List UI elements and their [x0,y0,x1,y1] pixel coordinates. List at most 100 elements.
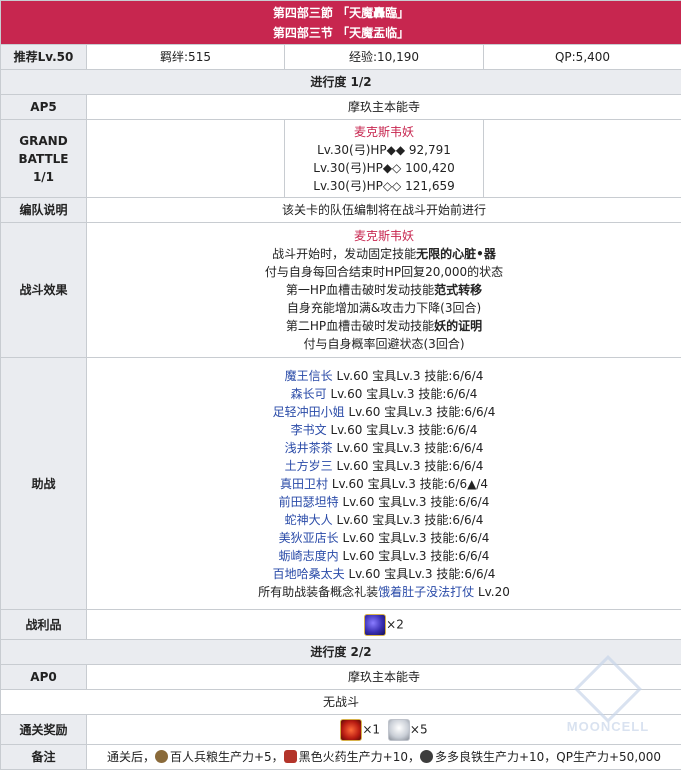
support-item: 蛎崎志度内 Lv.60 宝具Lv.3 技能:6/6/4 [87,547,681,565]
support-servant-link[interactable]: 土方岁三 [285,459,333,473]
support-servant-link[interactable]: 百地哈桑太夫 [273,567,345,581]
progress-2-header: 进行度 2/2 [0,639,681,665]
effect-line-6: 付与自身概率回避状态(3回合) [303,337,465,351]
no-battle-text: 无战斗 [0,689,681,715]
support-stats: Lv.60 宝具Lv.3 技能:6/6/4 [338,494,490,509]
support-stats: Lv.60 宝具Lv.3 技能:6/6/4 [344,566,496,581]
effects-enemy-name[interactable]: 麦克斯韦妖 [87,227,681,245]
enemy-slot-right [483,119,681,198]
support-servant-link[interactable]: 蛎崎志度内 [279,549,339,563]
support-stats: Lv.60 宝具Lv.3 技能:6/6/4 [326,422,478,437]
grand-battle-line3: 1/1 [32,169,55,184]
support-servant-link[interactable]: 足轻冲田小姐 [273,405,345,419]
iron-icon [419,750,433,763]
notes-item-1: 百人兵粮生产力+5， [169,750,284,764]
quest-title-cn: 第四部三节 「天魔盂临」 [272,25,410,40]
support-stats: Lv.60 宝具Lv.3 技能:6/6/4 [338,548,490,563]
support-item: 前田瑟坦特 Lv.60 宝具Lv.3 技能:6/6/4 [87,493,681,511]
quest-header: 第四部三節 「天魔轟臨」 第四部三节 「天魔盂临」 [0,0,681,45]
support-item: 百地哈桑太夫 Lv.60 宝具Lv.3 技能:6/6/4 [87,565,681,583]
support-stats: Lv.60 宝具Lv.3 技能:6/6/4 [338,530,490,545]
reward-2-count: ×5 [409,722,428,736]
effect-line-4: 自身充能增加满&攻击力下降(3回合) [286,301,482,315]
notes-item-2: 黑色火药生产力+10， [298,750,420,764]
exp-value: 经验:10,190 [284,44,484,70]
support-stats: Lv.60 宝具Lv.3 技能:6/6/4 [332,440,484,455]
support-item: 李书文 Lv.60 宝具Lv.3 技能:6/6/4 [87,421,681,439]
support-item: 真田卫村 Lv.60 宝具Lv.3 技能:6/6▲/4 [87,475,681,493]
grand-battle-line1: GRAND [19,133,68,148]
support-item: 美狄亚店长 Lv.60 宝具Lv.3 技能:6/6/4 [87,529,681,547]
support-stats: Lv.60 宝具Lv.3 技能:6/6/4 [332,368,484,383]
support-stats: Lv.60 宝具Lv.3 技能:6/6/4 [332,512,484,527]
enemy-hp-line-2: Lv.30(弓)HP◆◇ 100,420 [313,160,455,175]
drops-cell: ×2 [86,609,681,640]
battle-effects-cell: 麦克斯韦妖 战斗开始时，发动固定技能无限的心脏•器 付与自身每回合结束时HP回复… [86,222,681,358]
support-list: 魔王信长 Lv.60 宝具Lv.3 技能:6/6/4 森长可 Lv.60 宝具L… [86,357,681,610]
grand-battle-line2: BATTLE [18,151,69,166]
support-item: 浅井茶茶 Lv.60 宝具Lv.3 技能:6/6/4 [87,439,681,457]
reward-1-count: ×1 [362,722,381,736]
notes-item-3: 多多良铁生产力+10，QP生产力+50,000 [434,750,662,764]
support-stats: Lv.60 宝具Lv.3 技能:6/6▲/4 [328,476,488,491]
effect-skill-2: 范式转移 [434,283,483,297]
support-item: 土方岁三 Lv.60 宝具Lv.3 技能:6/6/4 [87,457,681,475]
notes-label: 备注 [0,744,87,770]
support-stats: Lv.60 宝具Lv.3 技能:6/6/4 [344,404,496,419]
effect-line-2: 付与自身每回合结束时HP回复20,000的状态 [264,265,504,279]
party-note-text: 该关卡的队伍编制将在战斗开始前进行 [86,197,681,223]
quest-title-jp: 第四部三節 「天魔轟臨」 [272,5,410,20]
support-item: 足轻冲田小姐 Lv.60 宝具Lv.3 技能:6/6/4 [87,403,681,421]
support-servant-link[interactable]: 美狄亚店长 [279,531,339,545]
bond-value: 羁绊:515 [86,44,285,70]
support-servant-link[interactable]: 前田瑟坦特 [279,495,339,509]
purple-gem-icon[interactable] [364,613,387,636]
progress-1-header: 进行度 1/2 [0,69,681,95]
support-ce-level: Lv.20 [474,584,510,599]
support-servant-link[interactable]: 李书文 [291,423,327,437]
quest-page: 第四部三節 「天魔轟臨」 第四部三节 「天魔盂临」 推荐Lv.50 羁绊:515… [0,0,681,772]
support-servant-link[interactable]: 森长可 [291,387,327,401]
battle-effects-label: 战斗效果 [0,222,87,358]
notes-prefix: 通关后， [106,750,155,764]
location-2: 摩玖主本能寺 [86,664,681,690]
support-item: 魔王信长 Lv.60 宝具Lv.3 技能:6/6/4 [87,367,681,385]
red-flame-icon[interactable] [340,718,363,741]
effect-line-3-text: 第一HP血槽击破时发动技能 [285,283,435,297]
support-stats: Lv.60 宝具Lv.3 技能:6/6/4 [332,458,484,473]
effect-line-3: 第一HP血槽击破时发动技能范式转移 [87,281,681,299]
support-servant-link[interactable]: 蛇神大人 [285,513,333,527]
support-item: 森长可 Lv.60 宝具Lv.3 技能:6/6/4 [87,385,681,403]
effect-skill-1: 无限的心脏•器 [416,247,496,261]
support-ce-link[interactable]: 饿着肚子没法打仗 [378,585,474,599]
gunpowder-icon [283,750,297,763]
support-stats: Lv.60 宝具Lv.3 技能:6/6/4 [326,386,478,401]
effect-line-1-text: 战斗开始时，发动固定技能 [272,247,417,261]
enemy-cell: 麦克斯韦妖 Lv.30(弓)HP◆◆ 92,791 Lv.30(弓)HP◆◇ 1… [284,119,484,198]
support-item: 蛇神大人 Lv.60 宝具Lv.3 技能:6/6/4 [87,511,681,529]
clear-rewards-cell: ×1 ×5 [86,714,681,745]
effect-line-5: 第二HP血槽击破时发动技能妖的证明 [87,317,681,335]
support-servant-link[interactable]: 浅井茶茶 [285,441,333,455]
enemy-hp-line-3: Lv.30(弓)HP◇◇ 121,659 [313,178,455,193]
support-servant-link[interactable]: 真田卫村 [280,477,328,491]
ap-label-1: AP5 [0,94,87,120]
qp-value: QP:5,400 [483,44,681,70]
clear-rewards-label: 通关奖励 [0,714,87,745]
quest-table: 第四部三節 「天魔轟臨」 第四部三节 「天魔盂临」 推荐Lv.50 羁绊:515… [0,0,681,770]
notes-cell: 通关后， 百人兵粮生产力+5， 黑色火药生产力+10， 多多良铁生产力+10，QP生产… [86,744,681,770]
drops-label: 战利品 [0,609,87,640]
grand-battle-label: GRAND BATTLE 1/1 [0,119,87,198]
effect-line-5-text: 第二HP血槽击破时发动技能 [285,319,435,333]
recommended-level-label: 推荐Lv.50 [0,44,87,70]
enemy-slot-left [86,119,285,198]
support-servant-link[interactable]: 魔王信长 [285,369,333,383]
enemy-name-link[interactable]: 麦克斯韦妖 [285,123,483,141]
support-label: 助战 [0,357,87,610]
support-ce-prefix: 所有助战装备概念礼装 [258,584,379,599]
party-note-label: 编队说明 [0,197,87,223]
white-bottle-icon[interactable] [387,718,410,741]
effect-skill-3: 妖的证明 [434,319,483,333]
drop-count: ×2 [386,617,404,631]
rice-icon [154,750,168,763]
